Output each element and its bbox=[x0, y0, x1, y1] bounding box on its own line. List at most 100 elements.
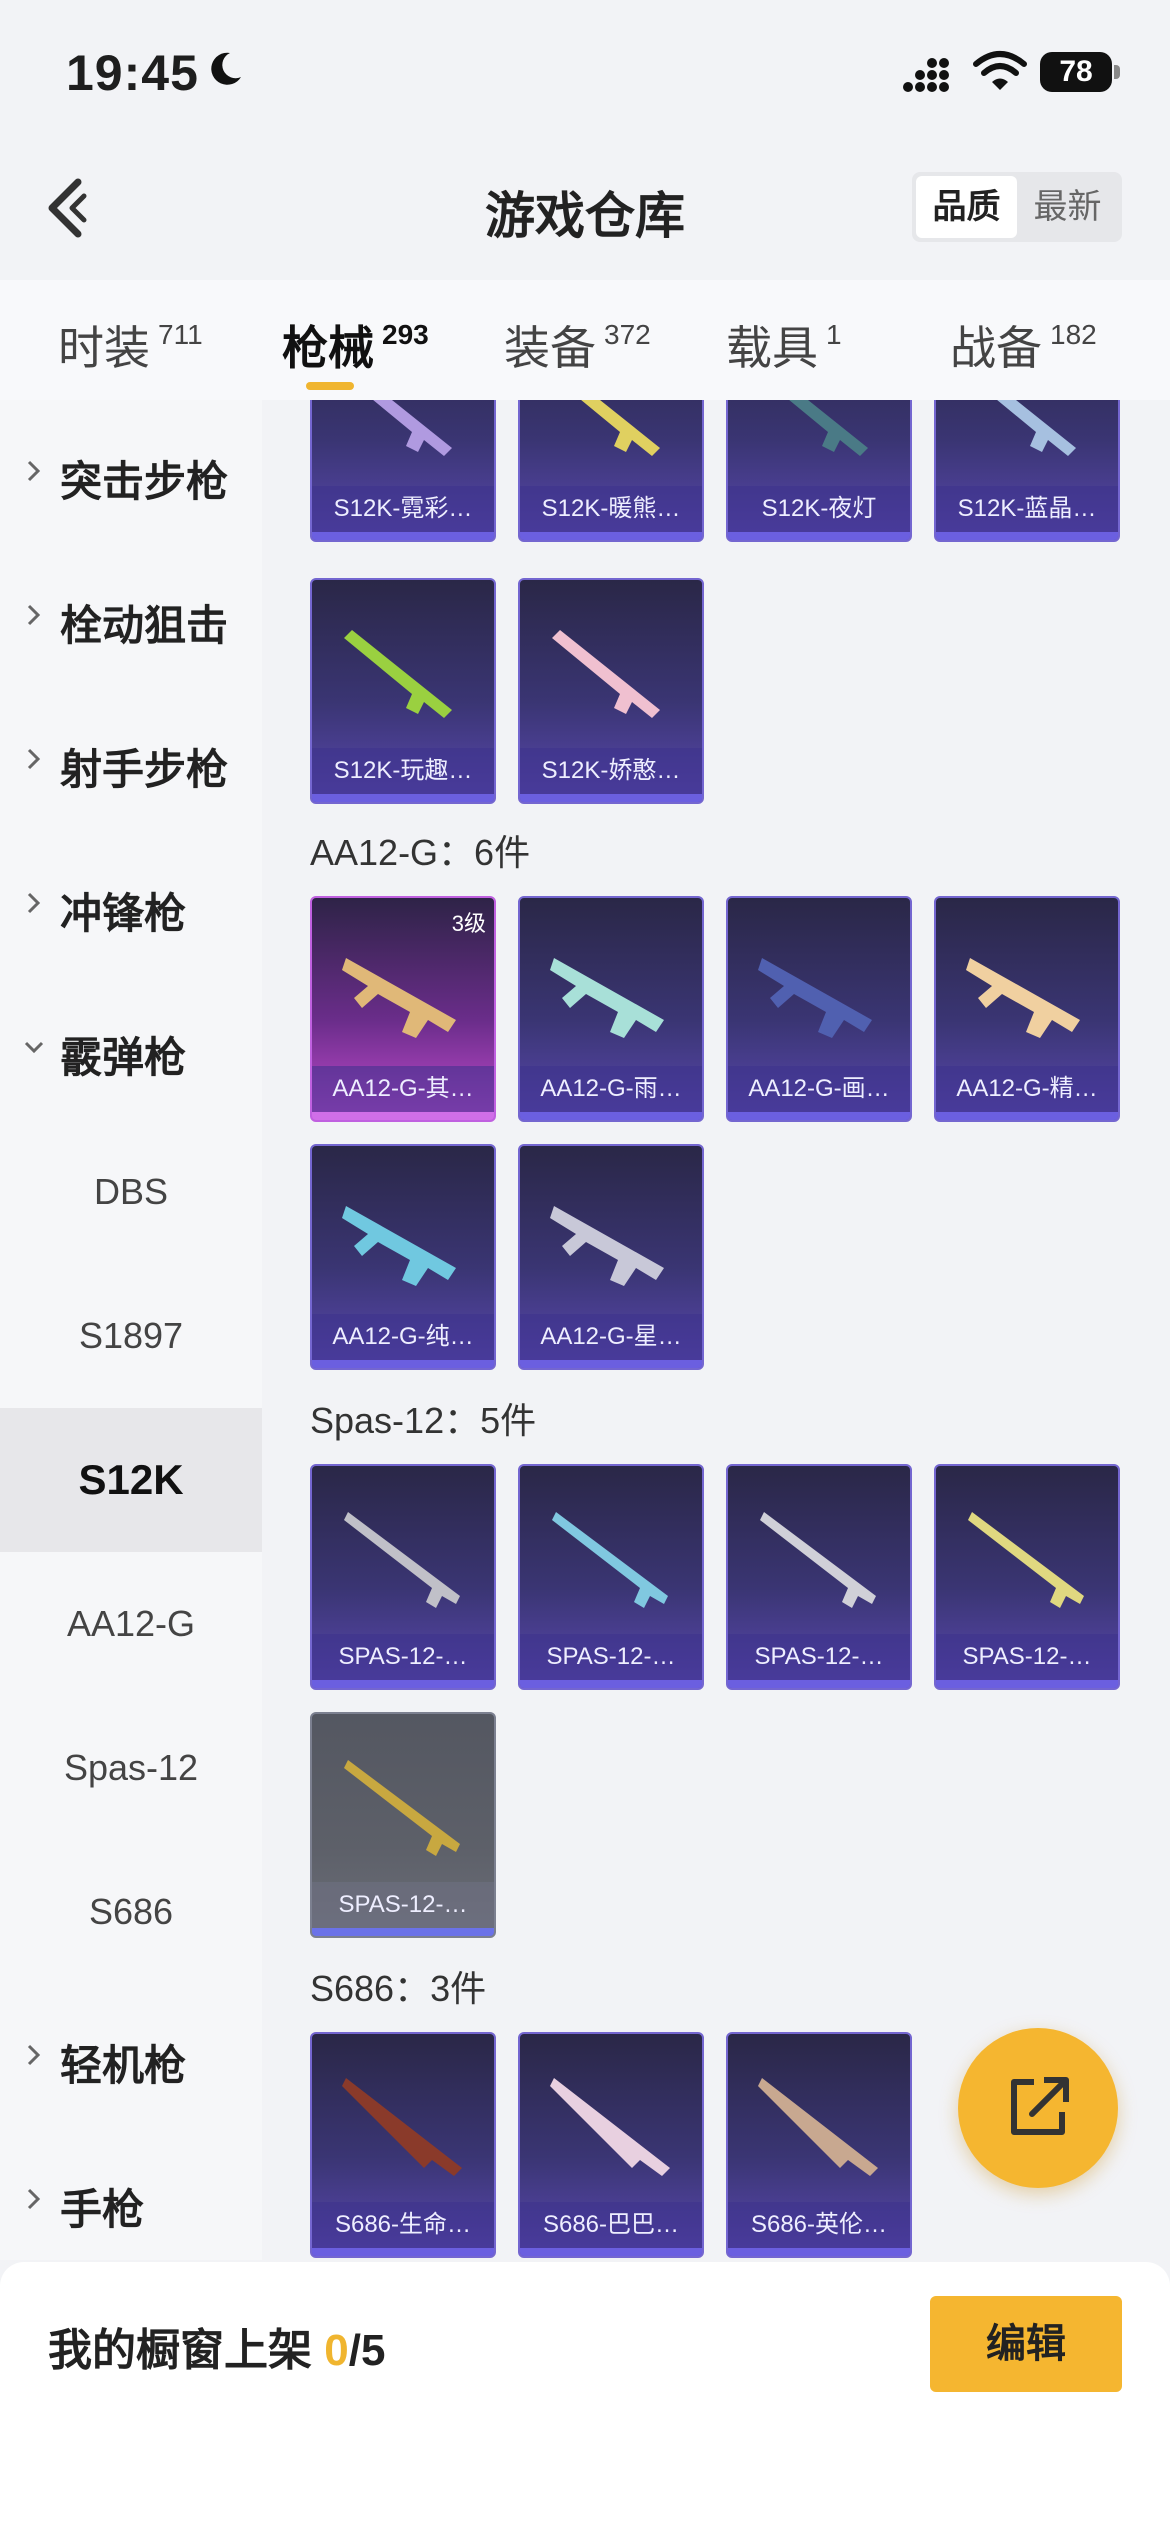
item-card[interactable]: SPAS-12-… bbox=[518, 1464, 704, 1690]
category-tabs: 时装 711 枪械 293 装备 372 载具 1 战备 182 bbox=[0, 280, 1170, 400]
sidebar-sub-spas12[interactable]: Spas-12 bbox=[0, 1696, 262, 1840]
item-card[interactable]: SPAS-12-… bbox=[310, 1712, 496, 1938]
rifle-skin-icon bbox=[758, 958, 872, 1038]
sort-option-quality[interactable]: 品质 bbox=[916, 176, 1017, 238]
shotgun-skin-icon bbox=[968, 1512, 1084, 1608]
shotgun-skin-icon bbox=[997, 400, 1076, 456]
item-card[interactable]: AA12-G-精… bbox=[934, 896, 1120, 1122]
tab-fashion[interactable]: 时装 711 bbox=[58, 312, 203, 378]
sidebar-item-bolt-sniper[interactable]: 栓动狙击 bbox=[0, 544, 262, 688]
shotgun-skin-icon bbox=[373, 400, 452, 456]
sidebar-item-shotgun[interactable]: 霰弹枪 bbox=[0, 976, 262, 1120]
item-card[interactable]: S12K-暖熊… bbox=[518, 400, 704, 542]
item-card[interactable]: AA12-G-纯… bbox=[310, 1144, 496, 1370]
shotgun-skin-icon bbox=[552, 630, 660, 718]
double-barrel-skin-icon bbox=[342, 2078, 462, 2176]
item-card[interactable]: AA12-G-画… bbox=[726, 896, 912, 1122]
sidebar-sub-dbs[interactable]: DBS bbox=[0, 1120, 262, 1264]
sidebar-sub-s1897[interactable]: S1897 bbox=[0, 1264, 262, 1408]
share-button[interactable] bbox=[958, 2028, 1118, 2188]
chevron-right-icon bbox=[27, 460, 41, 482]
status-bar: 19:45 78 bbox=[0, 0, 1170, 150]
sidebar-sub-aa12g[interactable]: AA12-G bbox=[0, 1552, 262, 1696]
item-name: SPAS-12-… bbox=[936, 1634, 1118, 1680]
shotgun-skin-icon bbox=[552, 1512, 668, 1608]
item-card[interactable]: AA12-G-雨… bbox=[518, 896, 704, 1122]
item-card[interactable]: S686-英伦… bbox=[726, 2032, 912, 2258]
item-name: S686-生命… bbox=[312, 2202, 494, 2248]
bottom-bar: 我的橱窗上架 0/5 编辑 bbox=[0, 2262, 1170, 2532]
shotgun-skin-icon bbox=[344, 1760, 460, 1856]
item-name: S12K-娇憨… bbox=[520, 748, 702, 794]
sidebar: 突击步枪 栓动狙击 射手步枪 冲锋枪 霰弹枪 DBS S1897 S12K AA… bbox=[0, 400, 262, 2260]
tab-vehicles[interactable]: 载具 1 bbox=[726, 312, 842, 378]
sort-option-newest[interactable]: 最新 bbox=[1017, 176, 1118, 238]
item-card[interactable]: SPAS-12-… bbox=[934, 1464, 1120, 1690]
section-title-spas12: Spas-12：5件 bbox=[310, 1400, 537, 1441]
tab-firearms[interactable]: 枪械 293 bbox=[282, 312, 429, 378]
shotgun-skin-icon bbox=[344, 1512, 460, 1608]
item-name: S12K-暖熊… bbox=[520, 486, 702, 532]
battery-indicator: 78 bbox=[1040, 52, 1120, 92]
item-name: AA12-G-其… bbox=[312, 1066, 494, 1112]
sidebar-item-smg[interactable]: 冲锋枪 bbox=[0, 832, 262, 976]
shotgun-skin-icon bbox=[344, 630, 452, 718]
chevron-right-icon bbox=[27, 892, 41, 914]
item-name: S12K-霓彩… bbox=[312, 486, 494, 532]
item-card[interactable]: S12K-蓝晶… bbox=[934, 400, 1120, 542]
double-barrel-skin-icon bbox=[758, 2078, 878, 2176]
status-time: 19:45 bbox=[66, 45, 199, 101]
item-card[interactable]: AA12-G-星… bbox=[518, 1144, 704, 1370]
chevron-down-icon bbox=[24, 1041, 44, 1054]
rifle-skin-icon bbox=[550, 1206, 664, 1286]
shotgun-skin-icon bbox=[581, 400, 660, 456]
sidebar-item-marksman-rifle[interactable]: 射手步枪 bbox=[0, 688, 262, 832]
item-name: S12K-蓝晶… bbox=[936, 486, 1118, 532]
item-card[interactable]: S12K-夜灯 bbox=[726, 400, 912, 542]
wifi-icon bbox=[973, 51, 1027, 90]
sidebar-item-lmg[interactable]: 轻机枪 bbox=[0, 1984, 262, 2128]
chevron-right-icon bbox=[27, 2044, 41, 2066]
edit-button[interactable]: 编辑 bbox=[930, 2296, 1122, 2392]
item-card[interactable]: SPAS-12-… bbox=[310, 1464, 496, 1690]
item-card[interactable]: 3级 AA12-G-其… bbox=[310, 896, 496, 1122]
item-name: AA12-G-星… bbox=[520, 1314, 702, 1360]
section-title-s686: S686：3件 bbox=[310, 1968, 487, 2009]
rifle-skin-icon bbox=[342, 958, 456, 1038]
item-card[interactable]: SPAS-12-… bbox=[726, 1464, 912, 1690]
moon-icon bbox=[211, 52, 241, 85]
item-name: AA12-G-雨… bbox=[520, 1066, 702, 1112]
item-card[interactable]: S12K-霓彩… bbox=[310, 400, 496, 542]
item-name: SPAS-12-… bbox=[728, 1634, 910, 1680]
tab-supplies[interactable]: 战备 182 bbox=[950, 312, 1097, 378]
rifle-skin-icon bbox=[966, 958, 1080, 1038]
item-card[interactable]: S686-巴巴… bbox=[518, 2032, 704, 2258]
item-name: S12K-玩趣… bbox=[312, 748, 494, 794]
item-name: AA12-G-画… bbox=[728, 1066, 910, 1112]
sidebar-item-assault-rifle[interactable]: 突击步枪 bbox=[0, 400, 262, 544]
sidebar-item-pistol[interactable]: 手枪 bbox=[0, 2128, 262, 2272]
showcase-count: 我的橱窗上架 0/5 bbox=[48, 2326, 386, 2375]
item-name: S12K-夜灯 bbox=[728, 486, 910, 532]
item-card[interactable]: S12K-娇憨… bbox=[518, 578, 704, 804]
item-card[interactable]: S12K-玩趣… bbox=[310, 578, 496, 804]
sort-toggle[interactable]: 品质 最新 bbox=[912, 172, 1122, 242]
cellular-signal-icon bbox=[903, 58, 949, 92]
rifle-skin-icon bbox=[550, 958, 664, 1038]
share-external-icon bbox=[1011, 2077, 1069, 2135]
sidebar-sub-s12k[interactable]: S12K bbox=[0, 1408, 262, 1552]
chevron-right-icon bbox=[27, 604, 41, 626]
shotgun-skin-icon bbox=[760, 1512, 876, 1608]
chevron-right-icon bbox=[27, 748, 41, 770]
tab-equipment[interactable]: 装备 372 bbox=[504, 312, 651, 378]
item-card[interactable]: S686-生命… bbox=[310, 2032, 496, 2258]
item-name: SPAS-12-… bbox=[312, 1634, 494, 1680]
rifle-skin-icon bbox=[342, 1206, 456, 1286]
item-grid: S12K-霓彩… S12K-暖熊… S12K-夜灯 S12K-蓝晶… S12K-… bbox=[262, 400, 1170, 2260]
item-name: AA12-G-精… bbox=[936, 1066, 1118, 1112]
item-name: SPAS-12-… bbox=[520, 1634, 702, 1680]
double-barrel-skin-icon bbox=[550, 2078, 670, 2176]
item-name: AA12-G-纯… bbox=[312, 1314, 494, 1360]
sidebar-sub-s686[interactable]: S686 bbox=[0, 1840, 262, 1984]
battery-percent: 78 bbox=[1059, 55, 1093, 88]
